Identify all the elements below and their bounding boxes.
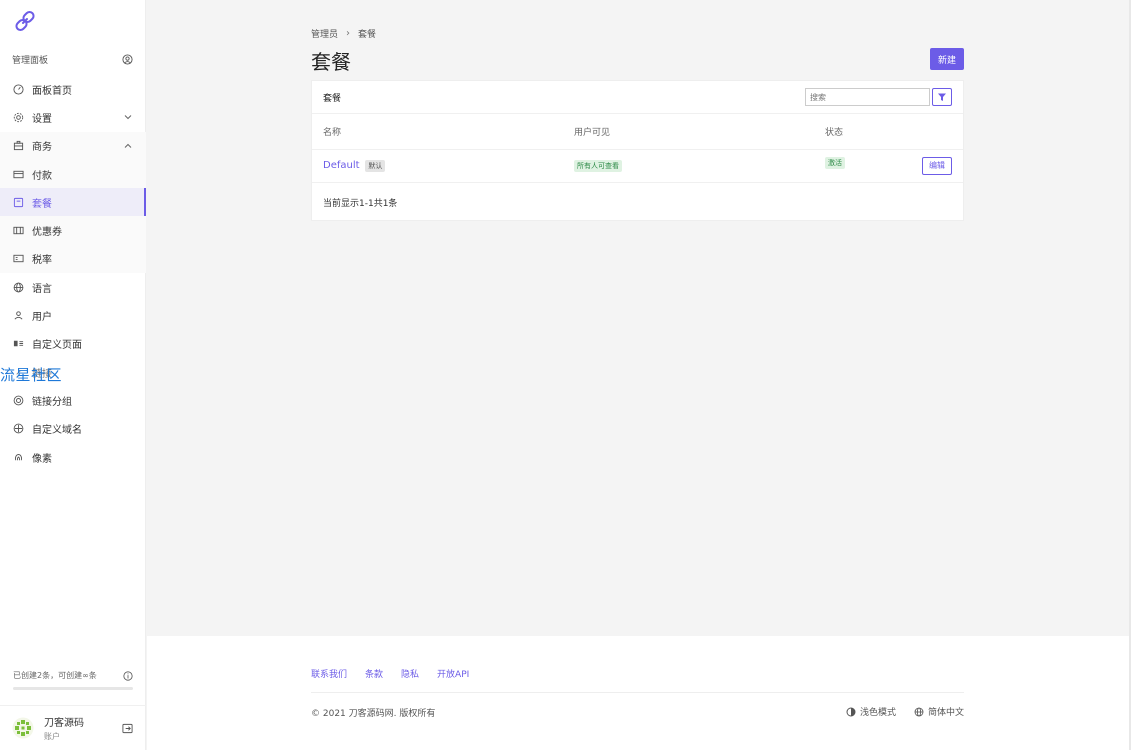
- briefcase-icon: [12, 140, 24, 152]
- plans-table: 名称 用户可见 状态 Default 默认 所有人可查看 激活 编辑: [312, 114, 963, 183]
- footer-link-privacy[interactable]: 隐私: [401, 667, 419, 680]
- watermark-text: 流星社区: [0, 364, 63, 385]
- filter-icon: [938, 93, 946, 101]
- page-icon: [12, 338, 24, 350]
- sidebar-item-payments[interactable]: 付款: [0, 159, 146, 189]
- contrast-icon: [846, 707, 856, 716]
- ticket-icon: [12, 225, 24, 237]
- footer-controls: 浅色模式 简体中文: [846, 705, 964, 718]
- breadcrumb-item-admin[interactable]: 管理员: [311, 27, 338, 40]
- link-logo-icon[interactable]: [13, 9, 37, 33]
- breadcrumb-separator: ›: [346, 28, 351, 39]
- sidebar-item-label: 付款: [32, 170, 52, 182]
- page-title: 套餐: [311, 50, 351, 74]
- sidebar-item-link-groups[interactable]: 链接分组: [0, 386, 146, 414]
- account-role: 账户: [44, 732, 60, 741]
- column-header-name: 名称: [312, 114, 563, 150]
- sidebar-item-custom-pages[interactable]: 自定义页面: [0, 330, 146, 358]
- sidebar-item-coupons[interactable]: 优惠券: [0, 216, 146, 245]
- users-icon: [12, 310, 24, 322]
- sidebar-item-dashboard[interactable]: 面板首页: [0, 75, 146, 103]
- globe-icon: [12, 281, 24, 293]
- receipt-icon: [12, 253, 24, 265]
- breadcrumb-item-plans: 套餐: [358, 30, 377, 40]
- edit-button[interactable]: 编辑: [922, 156, 952, 175]
- sidebar-nav: 面板首页 设置 商务 付款 套餐 优惠券 税率 语言 用户 自定义页面 链接 链…: [0, 75, 146, 471]
- theme-toggle[interactable]: 浅色模式: [846, 705, 896, 718]
- sidebar-item-users[interactable]: 用户: [0, 301, 146, 329]
- footer: 联系我们 条款 隐私 开放API © 2021 刀客源码网. 版权所有 浅色模式…: [147, 636, 1131, 750]
- language-label: 简体中文: [927, 708, 964, 718]
- card-header: 套餐: [312, 81, 963, 114]
- footer-link-terms[interactable]: 条款: [365, 667, 383, 680]
- sidebar-item-label: 自定义页面: [32, 340, 82, 352]
- sidebar-item-label: 设置: [32, 113, 52, 125]
- column-header-status: 状态: [814, 114, 963, 150]
- plans-card: 套餐 名称 用户可见 状态 Default 默认 所: [311, 80, 964, 221]
- theme-label: 浅色模式: [859, 708, 896, 718]
- search-input[interactable]: [805, 88, 930, 106]
- footer-link-api[interactable]: 开放API: [437, 667, 469, 680]
- usage-text: 已创建2条，可创建∞条: [13, 671, 97, 680]
- language-selector[interactable]: 简体中文: [914, 705, 964, 718]
- footer-link-contact[interactable]: 联系我们: [311, 667, 347, 680]
- pagination-summary: 当前显示1-1共1条: [323, 199, 398, 209]
- info-icon[interactable]: [123, 670, 133, 681]
- default-badge: 默认: [365, 159, 386, 172]
- chevron-up-icon: [124, 143, 132, 148]
- plan-name-link[interactable]: Default: [323, 160, 360, 171]
- column-header-visibility: 用户可见: [563, 114, 814, 150]
- sidebar-item-label: 优惠券: [32, 227, 62, 239]
- copyright-text: © 2021 刀客源码网. 版权所有: [311, 709, 436, 719]
- sidebar-item-label: 套餐: [32, 198, 52, 210]
- sidebar-item-business[interactable]: 商务: [0, 131, 146, 160]
- sidebar: 管理面板 面板首页 设置 商务 付款 套餐 优惠券 税率 语言 用户 自定义页面…: [0, 0, 146, 750]
- sidebar-item-languages[interactable]: 语言: [0, 273, 146, 301]
- gear-icon: [12, 111, 24, 123]
- link-usage: 已创建2条，可创建∞条: [13, 670, 133, 690]
- sidebar-item-label: 像素: [32, 453, 52, 465]
- usage-progress-bar: [13, 687, 133, 690]
- status-badge: 激活: [825, 156, 845, 169]
- crosshair-icon: [12, 423, 24, 435]
- sidebar-item-label: 链接分组: [32, 396, 72, 408]
- sidebar-item-settings[interactable]: 设置: [0, 103, 146, 131]
- globe-icon: [914, 707, 924, 716]
- avatar: [12, 717, 34, 739]
- sidebar-item-plans[interactable]: 套餐: [0, 188, 146, 217]
- sidebar-item-label: 面板首页: [32, 85, 72, 97]
- sidebar-item-label: 用户: [32, 312, 52, 324]
- sidebar-item-pixels[interactable]: 像素: [0, 443, 146, 471]
- filter-button[interactable]: [932, 88, 952, 106]
- chevron-down-icon: [124, 115, 132, 120]
- table-header-row: 名称 用户可见 状态: [312, 114, 963, 150]
- account-menu[interactable]: 刀客源码 账户: [0, 705, 146, 750]
- sidebar-item-label: 自定义域名: [32, 425, 82, 437]
- sidebar-item-custom-domains[interactable]: 自定义域名: [0, 415, 146, 443]
- fingerprint-icon: [12, 451, 24, 463]
- breadcrumb: 管理员 › 套餐: [311, 27, 376, 40]
- table-row: Default 默认 所有人可查看 激活 编辑: [312, 149, 963, 183]
- sidebar-item-label: 商务: [32, 142, 52, 154]
- card-title: 套餐: [323, 93, 342, 104]
- panel-title: 管理面板: [12, 55, 49, 66]
- new-plan-button[interactable]: 新建: [930, 48, 964, 70]
- user-circle-icon[interactable]: [122, 53, 133, 65]
- account-name: 刀客源码: [44, 718, 84, 729]
- dashboard-icon: [12, 83, 24, 95]
- sidebar-item-label: 语言: [32, 283, 52, 295]
- panel-header: 管理面板: [0, 48, 146, 70]
- main-content: 管理员 › 套餐 套餐 新建 套餐 名称 用户可见 状态: [147, 0, 1131, 636]
- visibility-badge: 所有人可查看: [574, 159, 622, 172]
- footer-divider: [311, 692, 964, 693]
- logout-icon[interactable]: [122, 723, 133, 734]
- footer-links: 联系我们 条款 隐私 开放API: [311, 667, 469, 680]
- sidebar-item-label: 税率: [32, 255, 52, 267]
- target-icon: [12, 394, 24, 406]
- credit-card-icon: [12, 168, 24, 180]
- package-icon: [12, 196, 24, 208]
- sidebar-item-tax-rates[interactable]: 税率: [0, 244, 146, 274]
